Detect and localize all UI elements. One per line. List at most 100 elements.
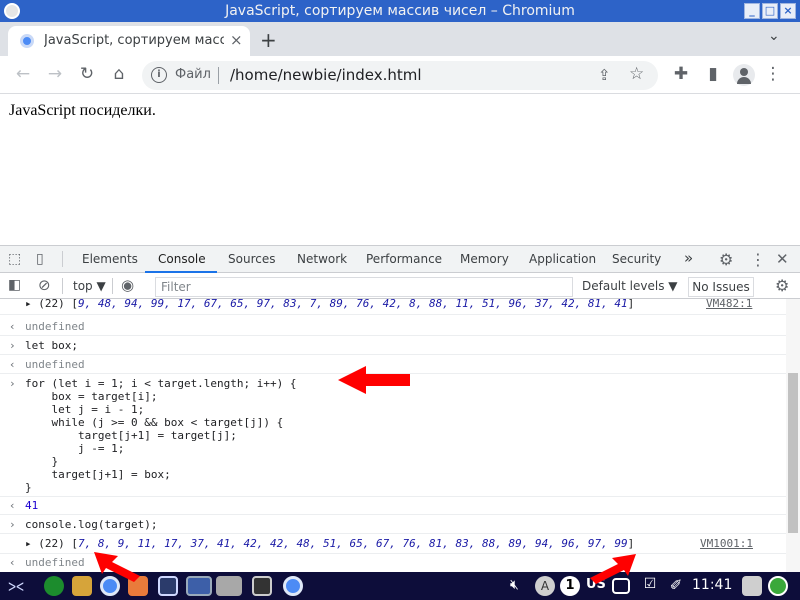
tab-performance[interactable]: Performance: [366, 252, 442, 266]
power-logout-icon[interactable]: [768, 576, 788, 596]
chromium-window-button[interactable]: [186, 576, 212, 596]
array-suffix: ]: [627, 299, 635, 310]
tab-elements[interactable]: Elements: [82, 252, 138, 266]
source-link[interactable]: VM1001:1: [700, 537, 753, 550]
file-manager-icon[interactable]: [72, 576, 92, 596]
annotation-arrow-icon: [338, 366, 410, 394]
console-divider: [0, 354, 786, 355]
window-title: JavaScript, сортируем массив чисел – Chr…: [225, 3, 575, 19]
start-menu-icon[interactable]: ⪥: [8, 576, 38, 596]
console-bar-divider: [62, 278, 63, 294]
chromium-window-button-2[interactable]: [283, 576, 303, 596]
tab-strip: JavaScript, сортируем масс × + ⌄: [0, 22, 800, 56]
accessibility-icon[interactable]: A: [535, 576, 555, 596]
sidebar-toggle-icon[interactable]: ◧: [8, 277, 21, 293]
tab-sources[interactable]: Sources: [228, 252, 275, 266]
console-output[interactable]: ▸ (22) [9, 48, 94, 99, 17, 67, 65, 97, 8…: [0, 299, 786, 573]
share-icon[interactable]: ⇪: [598, 66, 611, 84]
array-values: 9, 48, 94, 99, 17, 67, 65, 97, 83, 7, 89…: [77, 299, 628, 310]
console-filter-input[interactable]: Filter: [155, 277, 573, 297]
tab-search-chevron-icon[interactable]: ⌄: [768, 28, 780, 44]
array-suffix: ]: [627, 537, 635, 550]
browser-toolbar: ← → ↻ ⌂ i Файл /home/newbie/index.html ⇪…: [0, 56, 800, 94]
devtools-close-button[interactable]: ✕: [776, 250, 789, 268]
input-let-box: let box;: [25, 339, 78, 352]
back-button[interactable]: ←: [12, 64, 34, 84]
devtools-tabbar: ⬚ ▯ Elements Console Sources Network Per…: [0, 246, 800, 273]
page-viewport: JavaScript посиделки.: [0, 94, 800, 244]
return-chevron-icon: ‹: [9, 556, 16, 569]
code-line: target[j+1] = target[j];: [25, 429, 237, 442]
annotation-arrow-icon: [94, 552, 140, 582]
inspect-element-icon[interactable]: ⬚: [8, 251, 21, 267]
tab-application[interactable]: Application: [529, 252, 596, 266]
maximize-button[interactable]: □: [762, 3, 778, 19]
tab-security[interactable]: Security: [612, 252, 661, 266]
tabbar-divider: [62, 251, 63, 267]
console-scrollbar[interactable]: [786, 299, 800, 573]
issues-button[interactable]: No Issues: [688, 277, 754, 297]
terminal-launcher-icon[interactable]: [44, 576, 64, 596]
return-chevron-icon: ‹: [9, 320, 16, 333]
more-tabs-button[interactable]: »: [684, 249, 693, 267]
code-line: target[j+1] = box;: [25, 468, 171, 481]
address-bar[interactable]: i Файл /home/newbie/index.html ⇪ ☆: [142, 61, 658, 90]
console-log-array-line[interactable]: ▸ (22) [9, 48, 94, 99, 17, 67, 65, 97, 8…: [25, 299, 705, 310]
terminal-window-button[interactable]: [252, 576, 272, 596]
scrollbar-thumb[interactable]: [788, 373, 798, 533]
forward-button[interactable]: →: [44, 64, 66, 84]
profile-avatar-icon[interactable]: [733, 64, 755, 86]
source-link[interactable]: VM482:1: [706, 299, 752, 310]
tab-title: JavaScript, сортируем масс: [44, 33, 224, 48]
return-chevron-icon: ‹: [9, 358, 16, 371]
devtools-panel: ⬚ ▯ Elements Console Sources Network Per…: [0, 245, 800, 573]
console-divider: [0, 496, 786, 497]
bookmark-star-icon[interactable]: ☆: [629, 64, 644, 84]
tab-network[interactable]: Network: [297, 252, 347, 266]
url-text[interactable]: /home/newbie/index.html: [230, 66, 422, 84]
show-desktop-icon[interactable]: [158, 576, 178, 596]
page-heading-text: JavaScript посиделки.: [9, 102, 156, 119]
volume-muted-icon[interactable]: 🔇︎: [510, 577, 519, 593]
tab-close-button[interactable]: ×: [230, 31, 243, 49]
array-prefix: ▸ (22) [: [25, 299, 78, 310]
devtools-settings-gear-icon[interactable]: ⚙: [719, 250, 733, 269]
workspace-badge[interactable]: 1: [560, 576, 580, 596]
console-settings-gear-icon[interactable]: ⚙: [775, 276, 789, 295]
browser-menu-button[interactable]: ⋮: [762, 64, 784, 84]
input-console-log: console.log(target);: [25, 518, 158, 531]
taskbar-clock[interactable]: 11:41: [692, 577, 732, 593]
input-chevron-icon: ›: [9, 518, 16, 531]
context-selector[interactable]: top ▼: [73, 279, 106, 293]
console-bar-divider-2: [112, 278, 113, 294]
code-line: let j = i - 1;: [25, 403, 145, 416]
device-toolbar-icon[interactable]: ▯: [36, 251, 44, 267]
sorted-array-values: 7, 8, 9, 11, 17, 37, 41, 42, 42, 48, 51,…: [77, 537, 628, 550]
clear-console-icon[interactable]: ⊘: [38, 276, 51, 294]
page-favicon-icon: [20, 34, 34, 48]
minimize-button[interactable]: _: [744, 3, 760, 19]
log-levels-dropdown[interactable]: Default levels ▼: [582, 279, 678, 293]
console-divider: [0, 335, 786, 336]
close-window-button[interactable]: ×: [780, 3, 796, 19]
live-expression-eye-icon[interactable]: ◉: [121, 276, 134, 294]
browser-tab[interactable]: JavaScript, сортируем масс ×: [8, 26, 250, 56]
clipboard-icon[interactable]: ☑: [640, 576, 660, 596]
code-line: }: [25, 481, 32, 494]
input-chevron-icon: ›: [9, 377, 16, 390]
window-thumbnail-button[interactable]: [216, 576, 242, 596]
code-line: while (j >= 0 && box < target[j]) {: [25, 416, 284, 429]
tab-console[interactable]: Console: [158, 252, 206, 266]
devtools-menu-button[interactable]: ⋮: [750, 250, 766, 269]
code-line: }: [25, 455, 59, 468]
annotation-arrow-icon: [590, 554, 636, 584]
reload-button[interactable]: ↻: [76, 64, 98, 84]
screenshot-icon[interactable]: [742, 576, 762, 596]
new-tab-button[interactable]: +: [260, 28, 277, 52]
info-icon[interactable]: i: [151, 67, 167, 83]
attachment-icon[interactable]: ✐: [666, 576, 686, 596]
home-button[interactable]: ⌂: [108, 64, 130, 84]
tab-memory[interactable]: Memory: [460, 252, 509, 266]
extensions-puzzle-icon[interactable]: ✚: [670, 64, 692, 84]
side-panel-icon[interactable]: ▮: [702, 64, 724, 84]
